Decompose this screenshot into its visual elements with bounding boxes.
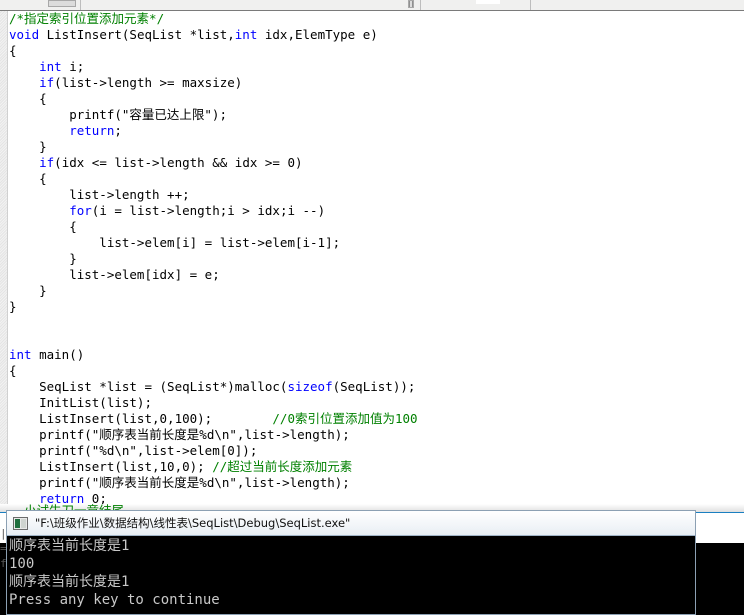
code-token-pl: } xyxy=(9,283,47,298)
code-line: void ListInsert(SeqList *list,int idx,El… xyxy=(9,27,744,43)
code-line: ListInsert(list,10,0); //超过当前长度添加元素 xyxy=(9,459,744,475)
code-token-pl: ; xyxy=(114,123,122,138)
code-token-pl: list->length ++; xyxy=(9,187,190,202)
code-line: printf("%d\n",list->elem[0]); xyxy=(9,443,744,459)
code-line: } xyxy=(9,251,744,267)
code-line: int main() xyxy=(9,347,744,363)
code-token-pl: printf("顺序表当前长度是%d\n",list->length); xyxy=(9,475,350,490)
code-text[interactable]: /*指定索引位置添加元素*/void ListInsert(SeqList *l… xyxy=(9,11,744,504)
code-line: printf("容量已达上限"); xyxy=(9,107,744,123)
code-line: for(i = list->length;i > idx;i --) xyxy=(9,203,744,219)
code-line: { xyxy=(9,171,744,187)
code-line: } xyxy=(9,283,744,299)
code-token-pl: printf("顺序表当前长度是%d\n",list->length); xyxy=(9,427,350,442)
toolbar-separator-3 xyxy=(530,0,531,10)
code-line: { xyxy=(9,43,744,59)
code-token-pl: InitList(list); xyxy=(9,395,152,410)
code-token-pl: i; xyxy=(61,59,85,74)
code-line: list->elem[idx] = e; xyxy=(9,267,744,283)
console-app-icon xyxy=(13,516,28,530)
code-line: InitList(list); xyxy=(9,395,744,411)
code-token-kw: void xyxy=(9,27,40,42)
code-line: { xyxy=(9,91,744,107)
code-token-pl: { xyxy=(9,171,47,186)
code-line: /*指定索引位置添加元素*/ xyxy=(9,11,744,27)
console-line: 顺序表当前长度是1 xyxy=(9,538,130,554)
code-line: } xyxy=(9,139,744,155)
code-line: SeqList *list = (SeqList*)malloc(sizeof(… xyxy=(9,379,744,395)
code-line: if(idx <= list->length && idx >= 0) xyxy=(9,155,744,171)
code-token-kw: if xyxy=(39,155,55,170)
code-token-pl: SeqList *list = (SeqList*)malloc( xyxy=(9,379,288,394)
code-token-kw: int xyxy=(234,27,258,42)
code-token-kw: int xyxy=(9,347,32,362)
code-token-pl: list->elem[i] = list->elem[i-1]; xyxy=(9,235,341,250)
console-title: "F:\班级作业\数据结构\线性表\SeqList\Debug\SeqList.… xyxy=(35,516,351,530)
ide-toolbar-strip[interactable] xyxy=(0,0,744,11)
code-token-pl: ListInsert(list,10,0); xyxy=(9,459,213,474)
code-line: ListInsert(list,0,100); //0索引位置添加值为100 xyxy=(9,411,744,427)
code-token-pl: (idx <= list->length && idx >= 0) xyxy=(54,155,303,170)
code-token-pl: } xyxy=(9,251,77,266)
code-line: { xyxy=(9,363,744,379)
code-editor[interactable]: /*指定索引位置添加元素*/void ListInsert(SeqList *l… xyxy=(0,11,744,504)
toolbar-separator-2 xyxy=(420,0,421,10)
code-line: list->length ++; xyxy=(9,187,744,203)
code-token-cm: //0索引位置添加值为100 xyxy=(272,411,418,426)
code-token-pl: } xyxy=(9,299,17,314)
code-token-kw: sizeof xyxy=(287,379,333,394)
code-token-cm: /*指定索引位置添加元素*/ xyxy=(9,11,165,26)
console-line: 顺序表当前长度是1 xyxy=(9,574,130,590)
code-token-kw: int xyxy=(39,59,62,74)
code-token-pl: list->elem[idx] = e; xyxy=(9,267,220,282)
code-token-kw: if xyxy=(39,75,55,90)
editor-gutter xyxy=(0,11,8,504)
code-token-pl: { xyxy=(9,91,47,106)
toolbar-dropdown-chip[interactable] xyxy=(48,0,76,7)
code-line: printf("顺序表当前长度是%d\n",list->length); xyxy=(9,475,744,491)
console-window[interactable]: "F:\班级作业\数据结构\线性表\SeqList\Debug\SeqList.… xyxy=(6,510,696,615)
code-token-pl: (i = list->length;i > idx;i --) xyxy=(91,203,326,218)
code-token-pl: { xyxy=(9,363,17,378)
code-line: } xyxy=(9,299,744,315)
code-token-kw: return xyxy=(69,123,115,138)
code-line: printf("顺序表当前长度是%d\n",list->length); xyxy=(9,427,744,443)
code-token-pl: printf("容量已达上限"); xyxy=(9,107,227,122)
code-line: { xyxy=(9,219,744,235)
code-token-pl: } xyxy=(9,139,47,154)
code-token-pl: (list->length >= maxsize) xyxy=(54,75,243,90)
toolbar-glyph-bar-1 xyxy=(409,1,410,7)
code-line: int i; xyxy=(9,59,744,75)
code-line: if(list->length >= maxsize) xyxy=(9,75,744,91)
code-token-cm: //超过当前长度添加元素 xyxy=(212,459,353,474)
code-token-pl: main() xyxy=(31,347,85,362)
code-token-pl: printf("%d\n",list->elem[0]); xyxy=(9,443,258,458)
code-token-kw: for xyxy=(69,203,92,218)
code-token-pl: (SeqList)); xyxy=(332,379,416,394)
console-line: Press any key to continue xyxy=(9,592,220,608)
console-output[interactable]: 顺序表当前长度是1 100 顺序表当前长度是1 Press any key to co… xyxy=(7,536,695,614)
toolbar-field-highlight[interactable] xyxy=(476,0,500,4)
code-token-pl: ListInsert(SeqList *list, xyxy=(39,27,235,42)
code-token-pl: idx,ElemType e) xyxy=(257,27,378,42)
console-titlebar[interactable]: "F:\班级作业\数据结构\线性表\SeqList\Debug\SeqList.… xyxy=(7,511,695,536)
code-token-pl: { xyxy=(9,43,17,58)
code-token-pl: { xyxy=(9,219,77,234)
code-line: return; xyxy=(9,123,744,139)
toolbar-separator xyxy=(80,0,81,10)
code-token-pl: ListInsert(list,0,100); xyxy=(9,411,273,426)
code-line: list->elem[i] = list->elem[i-1]; xyxy=(9,235,744,251)
toolbar-glyph-bar-2 xyxy=(412,1,413,7)
console-line: 100 xyxy=(9,556,35,572)
